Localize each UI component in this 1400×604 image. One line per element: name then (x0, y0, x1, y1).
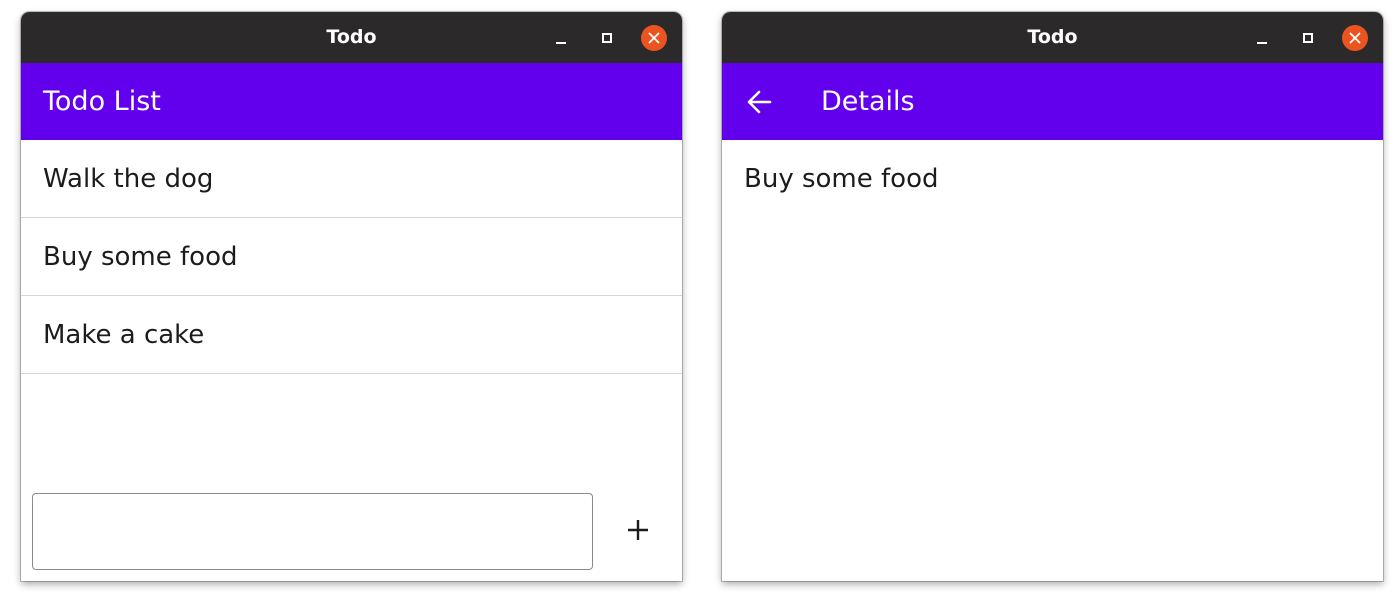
todo-detail-text: Buy some food (744, 164, 939, 194)
close-icon (648, 32, 660, 44)
maximize-icon (602, 33, 612, 43)
arrow-left-icon (747, 90, 772, 114)
page-title: Details (821, 86, 915, 117)
minimize-icon (556, 42, 566, 44)
add-todo-button[interactable] (615, 507, 661, 553)
maximize-icon (1303, 33, 1313, 43)
todo-item[interactable]: Buy some food (21, 218, 682, 296)
page-title: Todo List (43, 86, 161, 117)
maximize-button[interactable] (1295, 25, 1321, 51)
maximize-button[interactable] (594, 25, 620, 51)
todo-item-label: Buy some food (43, 241, 238, 272)
todo-item-label: Walk the dog (43, 163, 214, 194)
todo-list-window: Todo Todo List Walk the dog Buy some foo… (21, 12, 682, 581)
app-bar: Details (722, 63, 1383, 140)
window-title: Todo (326, 26, 377, 48)
minimize-button[interactable] (1249, 25, 1275, 51)
new-todo-input[interactable] (32, 493, 593, 570)
details-window: Todo Details Buy some food (722, 12, 1383, 581)
window-titlebar[interactable]: Todo (21, 12, 682, 63)
back-button[interactable] (746, 89, 772, 115)
app-bar: Todo List (21, 63, 682, 140)
close-icon (1349, 32, 1361, 44)
window-titlebar[interactable]: Todo (722, 12, 1383, 63)
close-button[interactable] (1342, 25, 1368, 51)
minimize-icon (1257, 42, 1267, 44)
plus-icon (628, 520, 648, 540)
window-title: Todo (1027, 26, 1078, 48)
todo-item-label: Make a cake (43, 319, 205, 350)
todo-item[interactable]: Walk the dog (21, 140, 682, 218)
todo-item[interactable]: Make a cake (21, 296, 682, 374)
close-button[interactable] (641, 25, 667, 51)
minimize-button[interactable] (548, 25, 574, 51)
todo-list: Walk the dog Buy some food Make a cake (21, 140, 682, 374)
